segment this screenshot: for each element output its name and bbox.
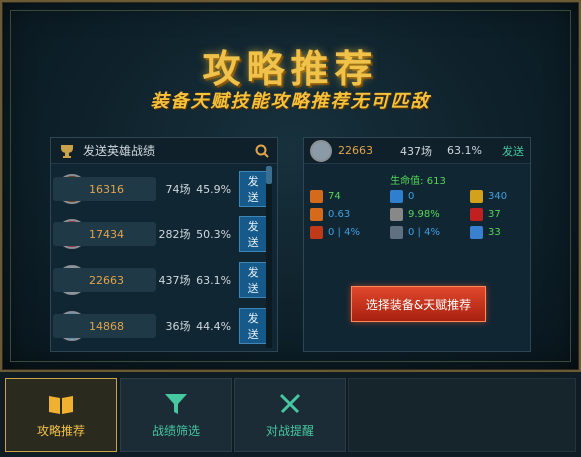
select-build-button[interactable]: 选择装备&天赋推荐 (351, 286, 486, 322)
send-button[interactable]: 发送 (239, 262, 267, 298)
hero-record-header: 发送英雄战绩 (51, 138, 277, 164)
stat-value: 9.98% (408, 209, 440, 220)
hero-winrate: 44.4% (196, 319, 232, 333)
hero-winrate: 63.1% (196, 273, 232, 287)
hero-record-panel: 发送英雄战绩 16316 74场 45.9% 发送 17434 282场 50.… (50, 137, 278, 352)
hero-row: 14868 36场 44.4% 发送 (53, 308, 267, 344)
tab-match-alert[interactable]: 对战提醒 (234, 378, 346, 452)
stat-value: 0 (408, 191, 415, 202)
send-link[interactable]: 发送 (502, 143, 524, 159)
stat-magic-resist: 33 (470, 226, 526, 239)
scrollbar-thumb[interactable] (266, 166, 272, 184)
stat-ability-power: 0 (390, 190, 470, 203)
hero-score-pill: 22663 (53, 268, 157, 292)
tab-match-alert-label: 对战提醒 (265, 423, 314, 438)
tab-record-filter-label: 战绩筛选 (151, 423, 200, 438)
crossed-blades-icon (390, 208, 403, 221)
page-title: 攻略推荐 (202, 47, 379, 91)
magic-pen-icon (390, 226, 403, 239)
hero-score-pill: 17434 (53, 222, 157, 246)
stat-move-speed: 340 (470, 190, 526, 203)
stat-value: 33 (488, 227, 501, 238)
hero-score-pill: 16316 (53, 177, 157, 201)
hero-games: 282场 (158, 228, 191, 241)
hero-row: 22663 437场 63.1% 发送 (53, 262, 267, 298)
hero-avatar (310, 139, 332, 162)
book-icon (49, 395, 73, 414)
stat-value: 0 | 4% (408, 227, 440, 238)
search-icon[interactable] (255, 144, 269, 158)
stat-value: 340 (488, 191, 508, 202)
stat-armor: 37 (470, 208, 526, 221)
hero-score: 22663 (338, 144, 373, 157)
hero-games: 437场 (400, 144, 432, 158)
boots-icon (470, 190, 483, 203)
hero-list-scrollbar[interactable] (266, 166, 272, 348)
hero-winrate: 45.9% (196, 182, 232, 196)
stat-row: 0.63 9.98% 37 (310, 208, 526, 221)
hero-games: 36场 (165, 320, 191, 333)
hero-score: 17434 (89, 227, 124, 241)
send-button[interactable]: 发送 (239, 216, 267, 252)
crossed-swords-icon (279, 393, 301, 413)
page-subtitle: 装备天赋技能攻略推荐无可匹敌 (150, 91, 431, 112)
stat-magic-pen: 0 | 4% (390, 226, 470, 239)
hero-score: 22663 (89, 273, 124, 287)
filter-icon (165, 393, 187, 414)
hero-detail-panel: 22663 437场 63.1% 发送 生命值: 613 74 0 340 0.… (303, 137, 531, 352)
hp-label: 生命值: 613 (390, 176, 446, 187)
magic-resist-icon (470, 226, 483, 239)
hero-winrate: 50.3% (196, 227, 232, 241)
tab-record-filter[interactable]: 战绩筛选 (120, 378, 232, 452)
sword-icon (310, 190, 323, 203)
stat-value: 37 (488, 209, 501, 220)
stat-crit: 9.98% (390, 208, 470, 221)
armor-pen-icon (310, 226, 323, 239)
send-button[interactable]: 发送 (239, 171, 267, 207)
tab-guide-label: 攻略推荐 (36, 423, 85, 438)
shield-icon (470, 208, 483, 221)
stat-value: 0.63 (328, 209, 351, 220)
stat-row: 74 0 340 (310, 190, 526, 203)
attack-speed-icon (310, 208, 323, 221)
bottom-nav: 攻略推荐 战绩筛选 对战提醒 (0, 372, 581, 457)
magic-icon (390, 190, 403, 203)
hero-score-pill: 14868 (53, 314, 157, 338)
hero-detail-header: 22663 437场 63.1% 发送 (304, 138, 530, 164)
hero-record-title: 发送英雄战绩 (83, 144, 156, 158)
hero-games: 437场 (158, 274, 191, 287)
hero-winrate: 63.1% (447, 144, 482, 157)
stat-attack-damage: 74 (310, 190, 390, 203)
stat-value: 74 (328, 191, 341, 202)
tab-guide[interactable]: 攻略推荐 (5, 378, 117, 452)
hero-score: 16316 (89, 182, 124, 196)
hero-games: 74场 (165, 183, 191, 196)
hero-row: 17434 282场 50.3% 发送 (53, 216, 267, 252)
stat-value: 0 | 4% (328, 227, 360, 238)
stat-attack-speed: 0.63 (310, 208, 390, 221)
hero-score: 14868 (89, 319, 124, 333)
stat-row: 0 | 4% 0 | 4% 33 (310, 226, 526, 239)
trophy-icon (61, 144, 73, 158)
nav-empty-slot (348, 378, 576, 452)
hero-row: 16316 74场 45.9% 发送 (53, 171, 267, 207)
stat-armor-pen: 0 | 4% (310, 226, 390, 239)
send-button[interactable]: 发送 (239, 308, 267, 344)
